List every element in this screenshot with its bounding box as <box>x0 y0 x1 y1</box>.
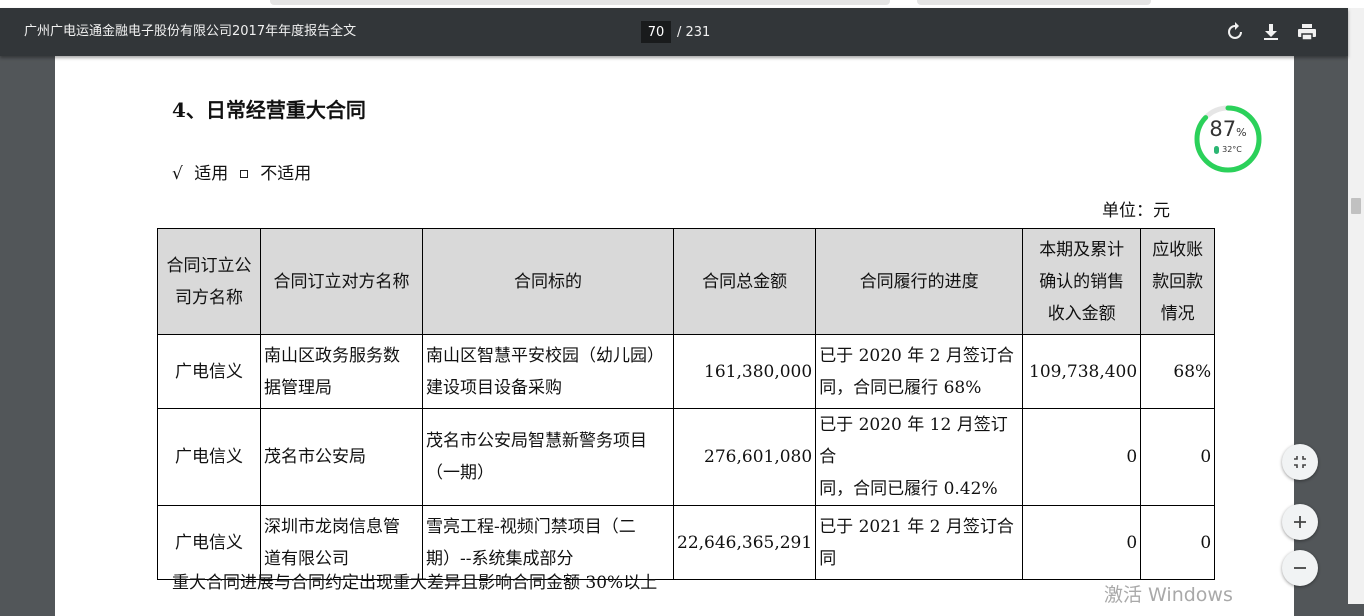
revenue-cell: 0 <box>1022 505 1142 580</box>
header-line: 合同履行的进度 <box>859 271 979 292</box>
cell-line: 深圳市龙岗信息管 <box>264 516 400 537</box>
zoom-out-icon <box>1294 567 1306 569</box>
temperature-value: 32°C <box>1222 145 1242 154</box>
cell-line: 茂名市公安局智慧新警务项目 <box>426 431 647 451</box>
header-line: 合同标的 <box>514 271 582 292</box>
top-strip-segment <box>917 0 1151 5</box>
gauge-percent: 87% <box>1193 117 1263 141</box>
thermometer-icon <box>1214 145 1220 154</box>
cell-line: 南山区政务服务数 <box>264 345 400 366</box>
header-line: 确认的销售 <box>1039 271 1125 292</box>
counterparty-cell: 茂名市公安局 <box>260 408 423 506</box>
receivable-cell: 68% <box>1140 334 1216 409</box>
gauge-temperature: 32°C <box>1193 145 1263 154</box>
empty-checkbox-icon <box>240 169 249 178</box>
rotate-icon <box>1228 22 1242 39</box>
download-icon <box>1264 24 1278 40</box>
document-title: 广州广电运通金融电子股份有限公司2017年年度报告全文 <box>24 24 357 39</box>
not-applicable-label: 不适用 <box>260 164 312 184</box>
table-row: 广电信义 南山区政务服务数 据管理局 南山区智慧平安校园（幼儿园） 建设项目设备采购 16… <box>157 334 1216 409</box>
gauge-percent-unit: % <box>1236 126 1247 139</box>
receivable-cell: 0 <box>1140 408 1216 506</box>
cell-line: 同 <box>819 548 837 569</box>
company-cell: 广电信义 <box>157 408 261 506</box>
table-header-cell: 合同订立对方名称 <box>260 228 423 335</box>
page-number-input[interactable] <box>641 21 671 43</box>
table-row: 广电信义 茂名市公安局 茂名市公安局智慧新警务项目 （一期） 276,601,080 已于… <box>157 408 1216 506</box>
contracts-table: 合同订立公 司方名称 合同订立对方名称 合同标的 合同总金额 合同履行的进度 本期及累计 确认… <box>157 228 1216 580</box>
top-strip-segment <box>270 0 890 5</box>
zoom-out-button[interactable] <box>1282 550 1318 586</box>
cell-line: 同，合同已履行 68% <box>819 377 982 398</box>
applicable-label: 适用 <box>194 164 229 184</box>
total-amount-cell: 22,646,365,291 <box>672 505 817 580</box>
pdf-toolbar: 广州广电运通金融电子股份有限公司2017年年度报告全文 / 231 <box>0 8 1348 56</box>
header-line: 款回款 <box>1152 271 1204 292</box>
company-cell: 广电信义 <box>157 334 261 409</box>
print-button[interactable] <box>1295 20 1319 44</box>
browser-top-strip <box>0 0 1364 8</box>
revenue-cell: 109,738,400 <box>1022 334 1142 409</box>
table-header-cell: 应收账 款回款 情况 <box>1140 228 1216 335</box>
progress-cell: 已于 2020 年 2 月签订合 同，合同已履行 68% <box>815 334 1024 409</box>
print-icon <box>1298 24 1316 41</box>
table-header-row: 合同订立公 司方名称 合同订立对方名称 合同标的 合同总金额 合同履行的进度 本期及累计 确认… <box>157 228 1216 335</box>
table-header-cell: 本期及累计确认的销售收入金额 <box>1022 228 1142 335</box>
cell-line: 据管理局 <box>264 377 332 398</box>
progress-cell: 已于 2020 年 12 月签订合同，合同已履行 0.42% <box>815 408 1024 506</box>
cell-line: 建设项目设备采购 <box>426 377 562 398</box>
performance-gauge[interactable]: 87% 32°C <box>1193 104 1263 174</box>
cell-line: 南山区智慧平安校园（幼儿园） <box>426 345 664 366</box>
subject-cell: 茂名市公安局智慧新警务项目 （一期） <box>422 408 674 506</box>
download-button[interactable] <box>1259 20 1283 44</box>
fit-page-icon <box>1294 456 1306 468</box>
cell-line: 已于 2021 年 2 月签订合 <box>819 516 1014 537</box>
header-line: 应收账 <box>1152 239 1204 260</box>
zoom-in-icon <box>1294 516 1306 528</box>
cell-line: 同，合同已履行 0.42% <box>819 479 998 499</box>
header-line: 合同总金额 <box>702 271 788 292</box>
total-amount-cell: 161,380,000 <box>672 334 817 409</box>
revenue-cell: 0 <box>1022 408 1142 506</box>
gauge-percent-value: 87 <box>1209 117 1237 141</box>
cell-line: （一期） <box>426 463 494 483</box>
cell-line: 茂名市公安局 <box>264 447 366 467</box>
header-line: 合同订立公 <box>166 255 252 276</box>
header-line: 情况 <box>1160 303 1195 324</box>
table-header-cell: 合同订立公 司方名称 <box>157 228 261 335</box>
page-indicator: / 231 <box>641 21 710 43</box>
footnote-text: 重大合同进展与合同约定出现重大差异且影响合同金额 30%以上 <box>172 573 658 593</box>
page-total: / 231 <box>677 24 711 40</box>
table-header-cell: 合同标的 <box>422 228 674 335</box>
counterparty-cell: 南山区政务服务数 据管理局 <box>260 334 423 409</box>
check-mark: √ <box>172 164 183 184</box>
pdf-page: 4、日常经营重大合同 √ 适用 不适用 单位：元 合同订立公 司方名称 合同订立对方名… <box>55 56 1294 616</box>
windows-activation-watermark: 激活 Windows <box>1104 584 1233 606</box>
subject-cell: 南山区智慧平安校园（幼儿园） 建设项目设备采购 <box>422 334 674 409</box>
cell-line: 雪亮工程-视频门禁项目（二 <box>426 516 636 537</box>
rotate-button[interactable] <box>1223 20 1247 44</box>
vertical-scrollbar[interactable] <box>1348 8 1364 604</box>
receivable-cell: 0 <box>1140 505 1216 580</box>
cell-line: 已于 2020 年 12 月签订合 <box>819 415 1008 467</box>
table-header-cell: 合同履行的进度 <box>815 228 1024 335</box>
header-line: 合同订立对方名称 <box>273 271 410 292</box>
section-heading: 4、日常经营重大合同 <box>172 98 366 122</box>
zoom-in-button[interactable] <box>1282 504 1318 540</box>
header-line: 本期及累计 <box>1039 239 1125 260</box>
fit-page-button[interactable] <box>1282 444 1318 480</box>
total-amount-cell: 276,601,080 <box>672 408 817 506</box>
header-line: 收入金额 <box>1047 303 1116 324</box>
scrollbar-thumb[interactable] <box>1351 198 1361 214</box>
progress-cell: 已于 2021 年 2 月签订合同 <box>815 505 1024 580</box>
cell-line: 已于 2020 年 2 月签订合 <box>819 345 1014 366</box>
header-line: 司方名称 <box>175 287 243 308</box>
applicability-line: √ 适用 不适用 <box>172 159 311 184</box>
table-header-cell: 合同总金额 <box>672 228 817 335</box>
unit-label: 单位：元 <box>1102 201 1170 221</box>
